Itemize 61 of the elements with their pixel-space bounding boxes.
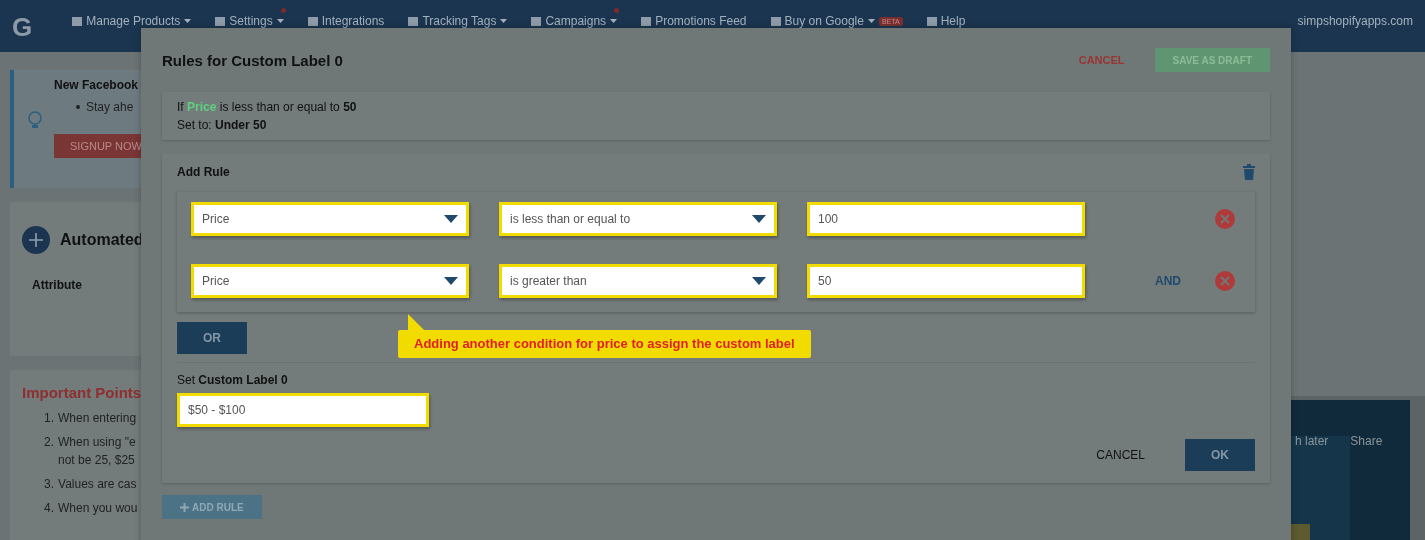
- banner-title: New Facebook: [54, 78, 140, 92]
- set-label-text: Set Custom Label 0: [177, 373, 289, 387]
- ok-button[interactable]: OK: [1185, 439, 1255, 471]
- square-icon: [72, 16, 83, 26]
- plus-icon: [180, 502, 189, 512]
- nav-item[interactable]: Manage Products: [86, 14, 181, 28]
- attribute-select[interactable]: Price: [191, 202, 469, 236]
- list-number: 2.: [44, 435, 54, 451]
- video-action[interactable]: Share: [1350, 434, 1383, 448]
- nav-item[interactable]: Settings: [229, 14, 273, 28]
- nav-item[interactable]: Help: [940, 14, 966, 28]
- column-header: Attribute: [32, 278, 83, 292]
- square-icon: [641, 16, 652, 26]
- caret-icon: [752, 277, 766, 285]
- list-text: When you wou: [58, 501, 138, 515]
- list-text: When using "e: [58, 435, 136, 449]
- attribute-select[interactable]: Price: [191, 264, 469, 298]
- square-icon: [215, 16, 226, 26]
- cancel-button[interactable]: CANCEL: [1092, 448, 1149, 462]
- banner-bullet: Stay ahe: [86, 100, 134, 114]
- callout-pointer: [408, 314, 424, 330]
- or-button[interactable]: OR: [177, 322, 247, 354]
- list-text: Values are cas: [58, 477, 137, 491]
- dialog-title: Rules for Custom Label 0: [162, 51, 343, 69]
- automated-title: Automated: [60, 231, 144, 249]
- caret-icon: [444, 215, 458, 223]
- and-label: AND: [1155, 274, 1181, 288]
- value-field[interactable]: 100: [807, 202, 1085, 236]
- nav-item[interactable]: Promotions Feed: [655, 14, 747, 28]
- square-icon: [408, 16, 419, 26]
- square-icon: [770, 16, 781, 26]
- nav-item[interactable]: Integrations: [321, 14, 385, 28]
- square-icon: [926, 16, 937, 26]
- value-field[interactable]: 50: [807, 264, 1085, 298]
- nav-item[interactable]: Tracking Tags: [422, 14, 497, 28]
- square-icon: [531, 16, 542, 26]
- trash-icon[interactable]: [1243, 164, 1255, 180]
- caret-icon: [752, 215, 766, 223]
- account-menu[interactable]: simpshopifyapps.com: [1297, 14, 1413, 28]
- nav-item[interactable]: Buy on Google: [784, 14, 864, 28]
- rule-result: Set to: Under 50: [177, 118, 268, 132]
- important-title: Important Points: [22, 384, 143, 401]
- remove-icon[interactable]: [1215, 271, 1235, 291]
- square-icon: [307, 16, 318, 26]
- rule-condition: If Price is less than or equal to 50: [177, 100, 358, 114]
- add-rule-title: Add Rule: [177, 165, 230, 179]
- list-text: not be 25, $25: [58, 453, 136, 467]
- label-value-field[interactable]: $50 - $100: [177, 393, 429, 427]
- list-text: When entering: [58, 411, 137, 425]
- nav-item[interactable]: Campaigns: [545, 14, 607, 28]
- video-action[interactable]: h later: [1295, 434, 1329, 448]
- operator-select[interactable]: is greater than: [499, 264, 777, 298]
- bullet-icon: [76, 105, 80, 109]
- add-icon[interactable]: [22, 226, 50, 254]
- list-number: 4.: [44, 501, 54, 515]
- operator-select[interactable]: is less than or equal to: [499, 202, 777, 236]
- remove-icon[interactable]: [1215, 209, 1235, 229]
- list-number: 3.: [44, 477, 54, 491]
- list-number: 1.: [44, 411, 54, 425]
- caret-icon: [444, 277, 458, 285]
- logo[interactable]: G: [12, 12, 33, 43]
